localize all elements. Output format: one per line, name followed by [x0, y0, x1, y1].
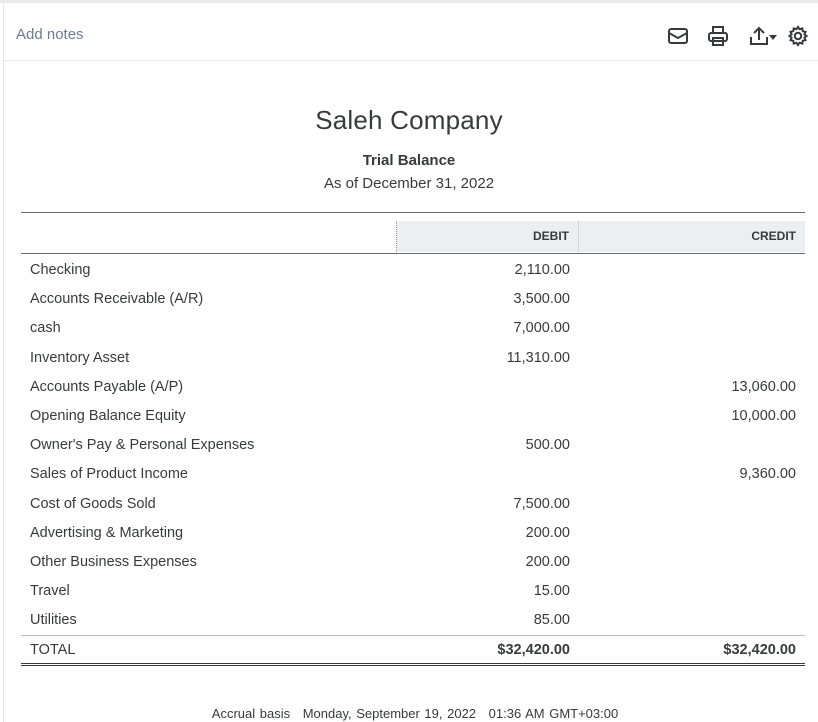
print-icon[interactable]	[705, 23, 731, 49]
debit-amount[interactable]: 200.00	[396, 554, 570, 570]
report-date: As of December 31, 2022	[323, 175, 495, 192]
debit-amount[interactable]: 3,500.00	[396, 291, 570, 307]
table-row: Accounts Receivable (A/R) 3,500.00	[21, 285, 805, 314]
report-title: Trial Balance	[362, 152, 456, 169]
debit-amount[interactable]: 2,110.00	[396, 262, 570, 278]
company-name: Saleh Company	[315, 105, 503, 135]
total-debit[interactable]: $32,420.00	[396, 642, 570, 658]
account-name[interactable]: Accounts Receivable (A/R)	[30, 291, 203, 307]
debit-amount[interactable]: 11,310.00	[396, 350, 570, 366]
total-credit[interactable]: $32,420.00	[579, 642, 796, 658]
table-row: Accounts Payable (A/P) 13,060.00	[21, 373, 805, 402]
account-name[interactable]: Checking	[30, 262, 90, 278]
debit-amount[interactable]: 85.00	[396, 612, 570, 628]
account-name[interactable]: cash	[30, 320, 61, 336]
table-row: cash 7,000.00	[21, 314, 805, 343]
credit-amount[interactable]: 10,000.00	[579, 408, 796, 424]
export-icon[interactable]	[747, 23, 779, 49]
table-row: Owner's Pay & Personal Expenses 500.00	[21, 431, 805, 460]
debit-amount[interactable]: 15.00	[396, 583, 570, 599]
debit-amount[interactable]: 7,000.00	[396, 320, 570, 336]
account-name[interactable]: Owner's Pay & Personal Expenses	[30, 437, 254, 453]
table-row: Opening Balance Equity 10,000.00	[21, 402, 805, 431]
table-row: Inventory Asset 11,310.00	[21, 344, 805, 373]
account-name[interactable]: Opening Balance Equity	[30, 408, 186, 424]
table-row: Cost of Goods Sold 7,500.00	[21, 490, 805, 519]
table-row: Utilities 85.00	[21, 606, 805, 635]
table-row: Sales of Product Income 9,360.00	[21, 460, 805, 489]
table-row: Advertising & Marketing 200.00	[21, 519, 805, 548]
account-name[interactable]: Accounts Payable (A/P)	[30, 379, 183, 395]
credit-amount[interactable]: 9,360.00	[579, 466, 796, 482]
account-name[interactable]: Utilities	[30, 612, 77, 628]
total-row: TOTAL $32,420.00 $32,420.00	[21, 635, 805, 667]
table-body: Checking 2,110.00 Accounts Receivable (A…	[21, 256, 805, 635]
table-row: Travel 15.00	[21, 577, 805, 606]
table-row: Checking 2,110.00	[21, 256, 805, 285]
report-time: 01:36 AM GMT+03:00	[488, 706, 619, 721]
debit-amount[interactable]: 200.00	[396, 525, 570, 541]
accounting-basis: Accrual basis	[211, 706, 291, 721]
account-name[interactable]: Sales of Product Income	[30, 466, 188, 482]
add-notes-link[interactable]: Add notes	[16, 26, 84, 43]
credit-column-header[interactable]: CREDIT	[579, 221, 805, 252]
report-timestamp: Monday, September 19, 2022	[302, 706, 477, 721]
trial-balance-table: DEBIT CREDIT Checking 2,110.00 Accounts …	[21, 212, 805, 667]
table-row: Other Business Expenses 200.00	[21, 548, 805, 577]
mail-icon[interactable]	[665, 23, 691, 49]
debit-amount[interactable]: 500.00	[396, 437, 570, 453]
account-name[interactable]: Inventory Asset	[30, 350, 129, 366]
report-footer: Accrual basis Monday, September 19, 2022…	[0, 706, 818, 721]
total-label: TOTAL	[30, 642, 76, 659]
account-name[interactable]: Travel	[30, 583, 70, 599]
gear-icon[interactable]	[785, 23, 811, 49]
debit-column-header[interactable]: DEBIT	[396, 221, 579, 252]
account-name[interactable]: Cost of Goods Sold	[30, 496, 156, 512]
report-toolbar: Add notes	[3, 3, 818, 61]
credit-amount[interactable]: 13,060.00	[579, 379, 796, 395]
table-header: DEBIT CREDIT	[21, 212, 805, 254]
debit-amount[interactable]: 7,500.00	[396, 496, 570, 512]
account-name[interactable]: Advertising & Marketing	[30, 525, 183, 541]
account-name[interactable]: Other Business Expenses	[30, 554, 197, 570]
